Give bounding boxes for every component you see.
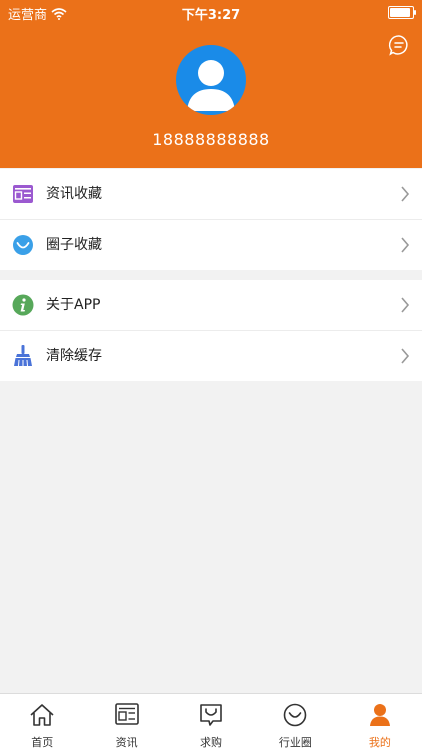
home-icon bbox=[30, 704, 54, 726]
menu-item-label: 清除缓存 bbox=[46, 348, 102, 364]
person-icon bbox=[187, 60, 235, 111]
user-phone: 18888888888 bbox=[152, 130, 270, 149]
tab-mine[interactable]: 我的 bbox=[338, 694, 422, 750]
tab-purchase[interactable]: 求购 bbox=[169, 694, 253, 750]
tab-bar: 首页 资讯 求购 行业圈 我的 bbox=[0, 693, 422, 750]
menu-group-favorites: 资讯收藏 圈子收藏 bbox=[0, 169, 422, 270]
tab-label: 首页 bbox=[31, 736, 54, 749]
menu-item-circle-favorites[interactable]: 圈子收藏 bbox=[0, 220, 422, 270]
menu-item-label: 资讯收藏 bbox=[46, 186, 102, 202]
tab-news[interactable]: 资讯 bbox=[84, 694, 168, 750]
tab-label: 行业圈 bbox=[278, 736, 312, 749]
info-icon bbox=[12, 294, 34, 316]
message-icon[interactable] bbox=[388, 34, 410, 56]
menu-group-app: 关于APP 清除缓存 bbox=[0, 280, 422, 381]
person-icon bbox=[369, 704, 390, 726]
menu-item-clear-cache[interactable]: 清除缓存 bbox=[0, 331, 422, 381]
circle-icon bbox=[284, 703, 307, 727]
status-bar: 运营商 下午3:27 bbox=[0, 0, 422, 24]
circle-smile-icon bbox=[13, 235, 33, 255]
chevron-right-icon bbox=[401, 186, 410, 202]
menu-item-about-app[interactable]: 关于APP bbox=[0, 280, 422, 331]
menu-item-news-favorites[interactable]: 资讯收藏 bbox=[0, 169, 422, 220]
status-time: 下午3:27 bbox=[181, 8, 241, 23]
menu-item-label: 圈子收藏 bbox=[46, 237, 102, 253]
avatar[interactable] bbox=[176, 45, 246, 115]
bag-icon bbox=[200, 704, 222, 726]
tab-label: 资讯 bbox=[115, 736, 138, 749]
profile-header: 运营商 下午3:27 18888888888 bbox=[0, 0, 422, 168]
chevron-right-icon bbox=[401, 297, 410, 313]
broom-icon bbox=[14, 345, 32, 367]
chevron-right-icon bbox=[401, 348, 410, 364]
news-card-icon bbox=[13, 185, 33, 203]
chevron-right-icon bbox=[401, 237, 410, 253]
battery-icon bbox=[388, 6, 416, 19]
menu-item-label: 关于APP bbox=[46, 297, 101, 313]
tab-home[interactable]: 首页 bbox=[0, 694, 84, 750]
tab-label: 我的 bbox=[368, 736, 391, 749]
tab-label: 求购 bbox=[200, 736, 223, 749]
tab-industry-circle[interactable]: 行业圈 bbox=[253, 694, 337, 750]
news-icon bbox=[114, 703, 139, 725]
